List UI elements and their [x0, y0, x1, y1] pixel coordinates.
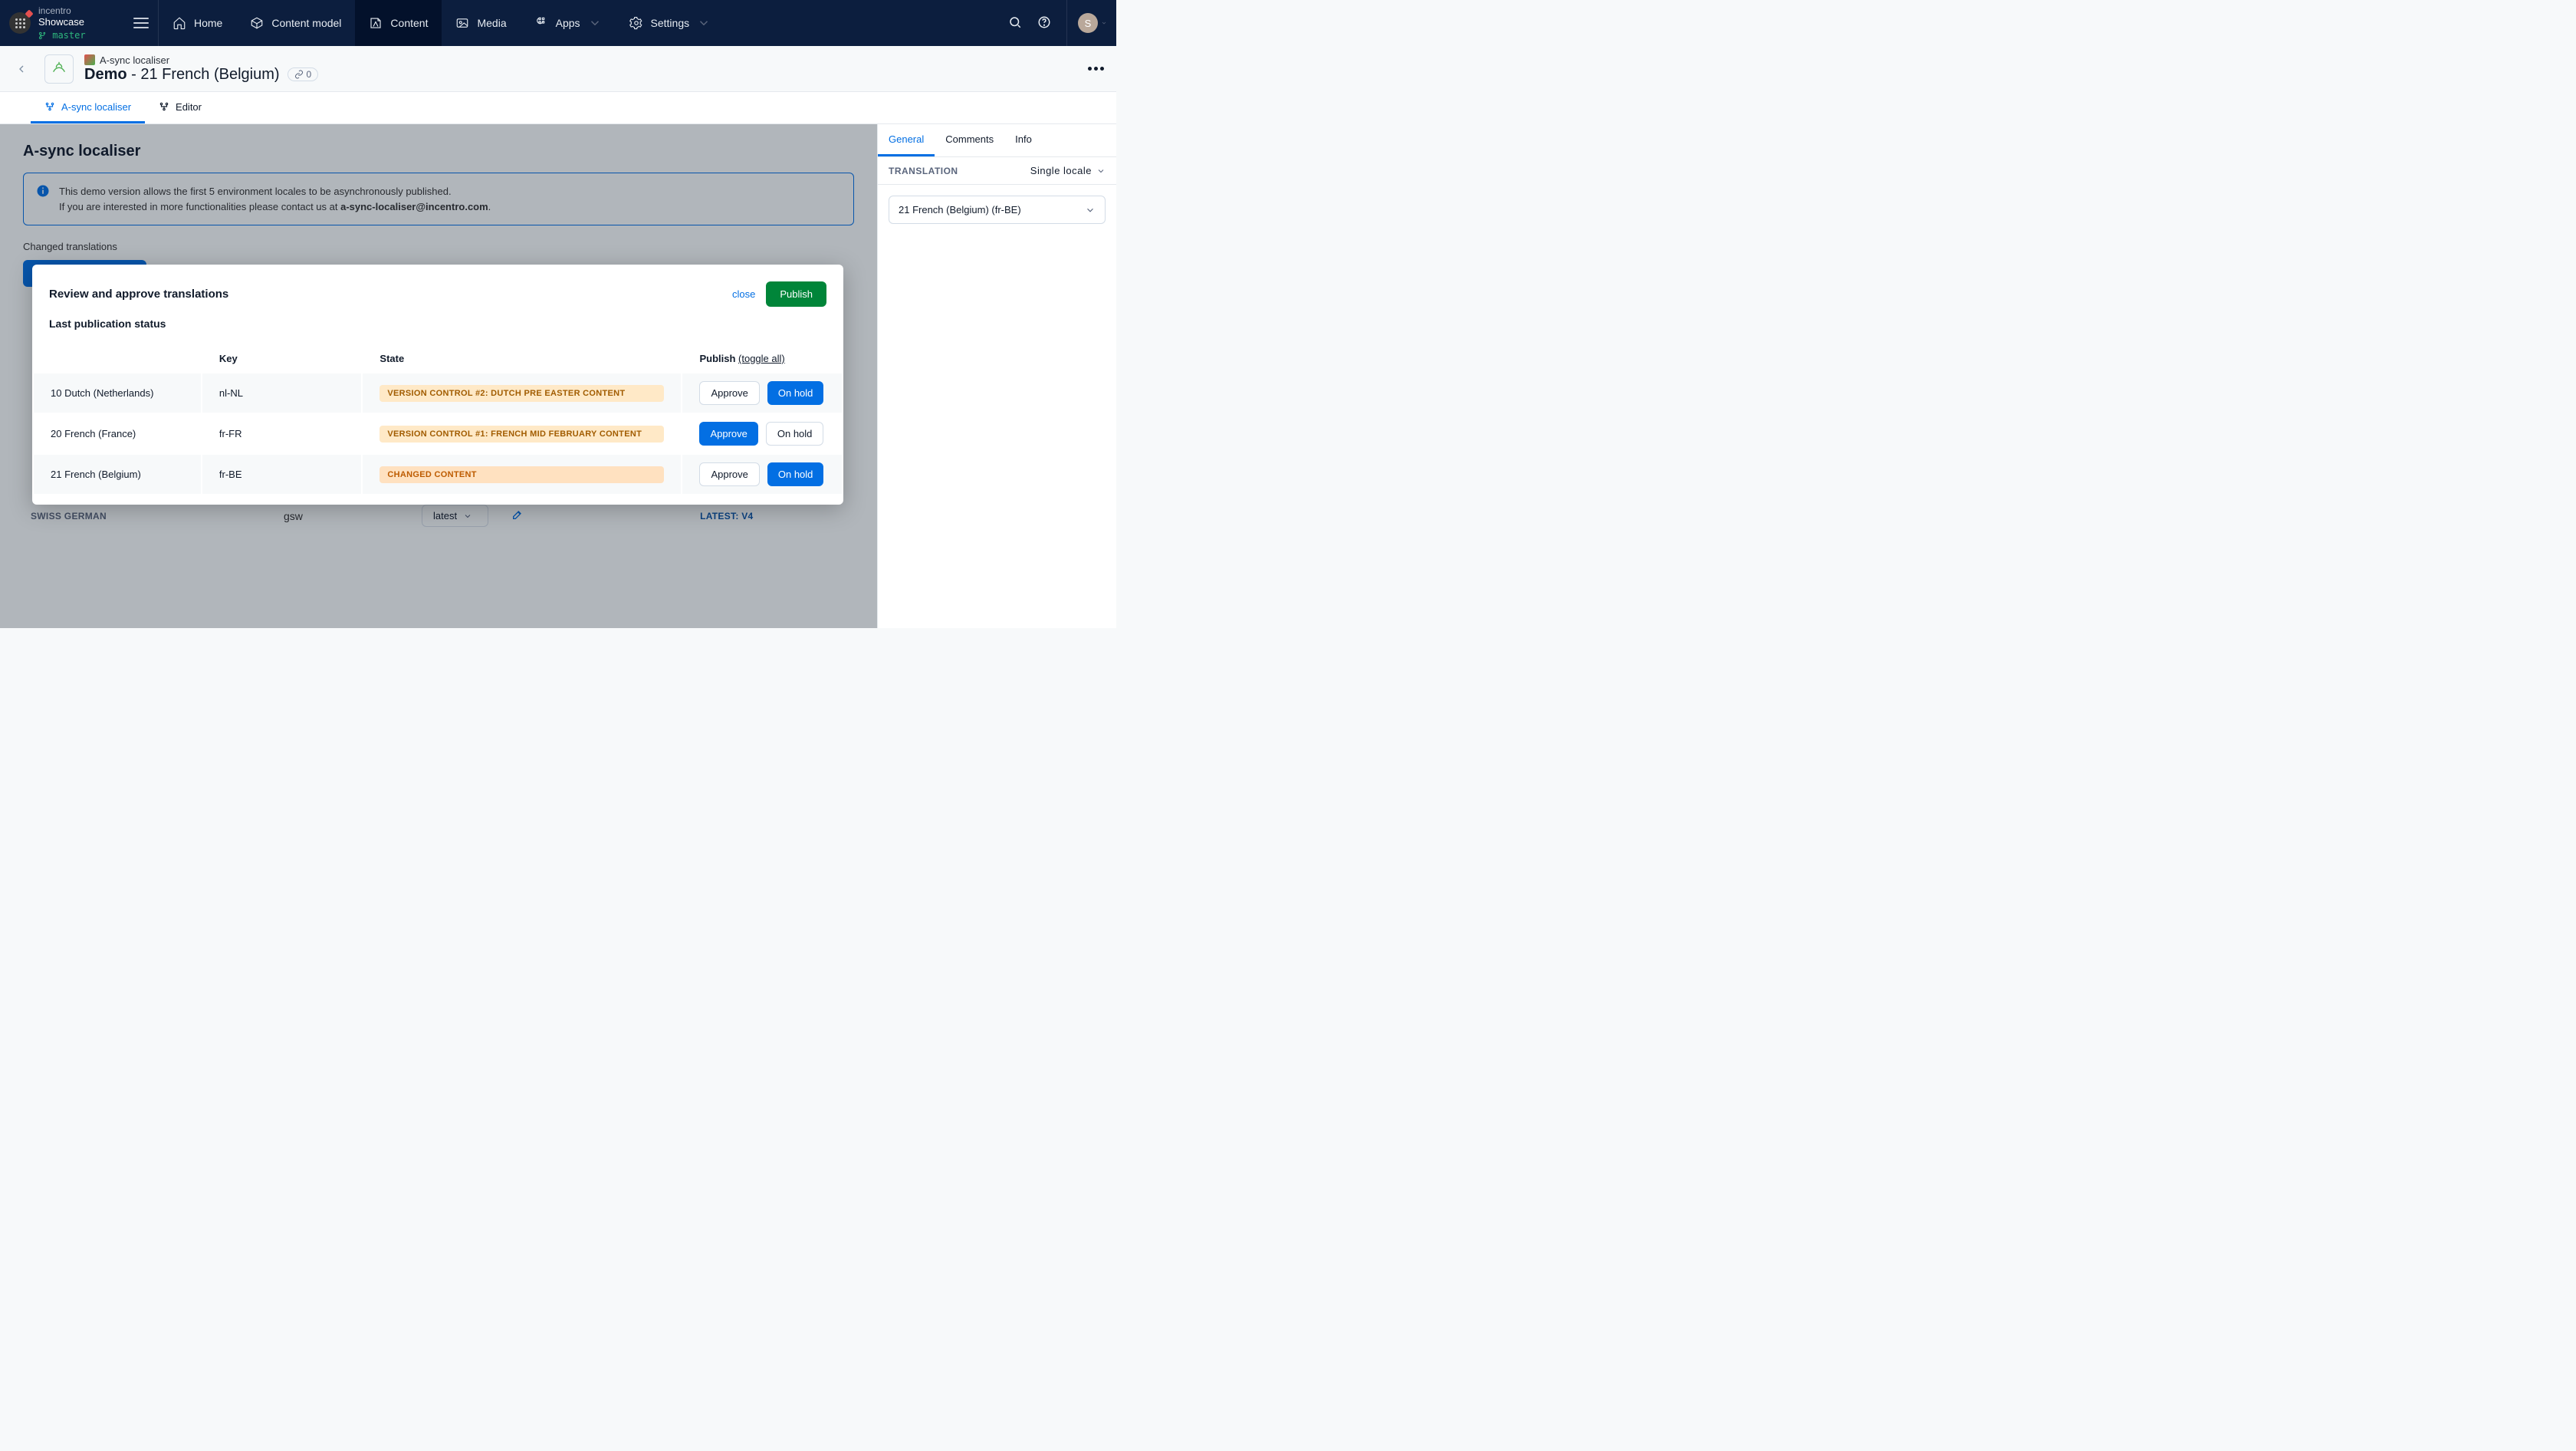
avatar: S: [1078, 13, 1098, 33]
cell-state: CHANGED CONTENT: [363, 455, 681, 494]
localiser-icon: [84, 54, 95, 65]
user-menu[interactable]: S: [1066, 0, 1107, 46]
nav-settings[interactable]: Settings: [616, 0, 725, 46]
side-panel: General Comments Info TRANSLATION Single…: [877, 124, 1116, 628]
nav-apps[interactable]: Apps: [521, 0, 616, 46]
sidetab-general[interactable]: General: [878, 124, 935, 156]
sidetab-info[interactable]: Info: [1004, 124, 1043, 156]
th-key: Key: [202, 345, 362, 372]
space-switcher[interactable]: incentro Showcase master: [0, 0, 159, 46]
top-nav: incentro Showcase master Home Content mo…: [0, 0, 1116, 46]
content-type-label: A-sync localiser: [84, 54, 318, 66]
nav-content[interactable]: Content: [355, 0, 442, 46]
more-actions-button[interactable]: [1088, 67, 1104, 71]
cell-language: 10 Dutch (Netherlands): [34, 373, 201, 413]
references-count[interactable]: 0: [288, 67, 319, 81]
nav-content-model[interactable]: Content model: [236, 0, 355, 46]
cell-state: VERSION CONTROL #1: FRENCH MID FEBRUARY …: [363, 414, 681, 453]
hamburger-menu-icon[interactable]: [133, 18, 149, 28]
nav-home[interactable]: Home: [159, 0, 236, 46]
table-row: 10 Dutch (Netherlands)nl-NLVERSION CONTR…: [34, 373, 842, 413]
sidetab-comments[interactable]: Comments: [935, 124, 1004, 156]
cell-key: nl-NL: [202, 373, 362, 413]
close-link[interactable]: close: [732, 288, 755, 300]
cell-state: VERSION CONTROL #2: DUTCH PRE EASTER CON…: [363, 373, 681, 413]
onhold-button[interactable]: On hold: [766, 422, 824, 446]
approve-button[interactable]: Approve: [699, 462, 759, 486]
locale-mode-toggle[interactable]: Single locale: [1030, 165, 1106, 176]
th-publish: Publish (toggle all): [682, 345, 842, 372]
translations-table: Key State Publish (toggle all) 10 Dutch …: [32, 344, 843, 495]
environment-branch: master: [38, 30, 86, 41]
search-icon[interactable]: [1008, 15, 1022, 31]
review-approve-modal: Review and approve translations close Pu…: [32, 265, 843, 505]
th-state: State: [363, 345, 681, 372]
cell-key: fr-BE: [202, 455, 362, 494]
translation-section-label: TRANSLATION: [889, 166, 958, 176]
toggle-all-link[interactable]: (toggle all): [738, 353, 785, 364]
org-name: incentro: [38, 5, 86, 16]
cell-key: fr-FR: [202, 414, 362, 453]
tab-editor[interactable]: Editor: [145, 92, 215, 123]
table-row: 20 French (France)fr-FRVERSION CONTROL #…: [34, 414, 842, 453]
back-button[interactable]: [12, 63, 31, 75]
nav-media[interactable]: Media: [442, 0, 520, 46]
space-name: Showcase: [38, 16, 86, 28]
onhold-button[interactable]: On hold: [767, 462, 824, 486]
modal-subheading: Last publication status: [32, 318, 843, 344]
help-icon[interactable]: [1037, 15, 1051, 31]
onhold-button[interactable]: On hold: [767, 381, 824, 405]
entry-titlebar: A-sync localiser Demo - 21 French (Belgi…: [0, 46, 1116, 92]
locale-dropdown[interactable]: 21 French (Belgium) (fr-BE): [889, 196, 1106, 224]
publish-button[interactable]: Publish: [766, 281, 826, 307]
entry-title: Demo - 21 French (Belgium): [84, 66, 280, 84]
approve-button[interactable]: Approve: [699, 381, 759, 405]
approve-button[interactable]: Approve: [699, 422, 757, 446]
table-row: 21 French (Belgium)fr-BECHANGED CONTENT A…: [34, 455, 842, 494]
cell-language: 21 French (Belgium): [34, 455, 201, 494]
tab-localiser[interactable]: A-sync localiser: [31, 92, 145, 123]
editor-tabs: A-sync localiser Editor: [0, 92, 1116, 124]
entry-type-icon: [44, 54, 74, 84]
modal-title: Review and approve translations: [49, 288, 228, 301]
cell-language: 20 French (France): [34, 414, 201, 453]
apps-grid-icon[interactable]: [9, 12, 31, 34]
